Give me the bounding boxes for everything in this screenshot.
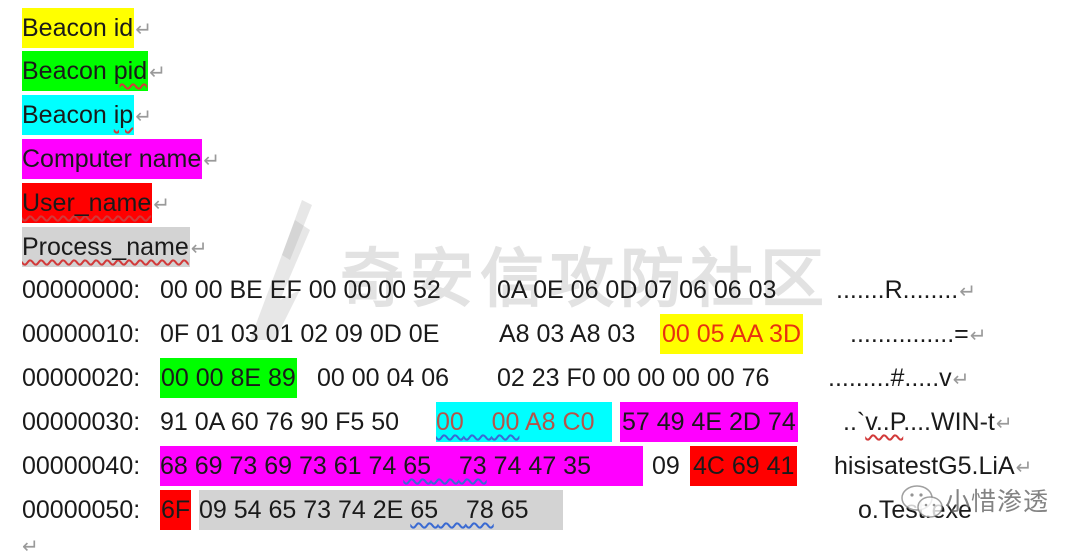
legend-label: Process_name [22,227,190,267]
user-name-bytes: 4C 69 41 [690,446,798,486]
legend-computer-name: Computer name ↵ [22,139,220,179]
hex-bytes: A8 03 A8 03 [499,320,636,348]
paragraph-mark-icon: ↵ [952,369,970,391]
legend-user-name: User_name ↵ [22,183,170,223]
legend-beacon-id: Beacon id ↵ [22,8,152,48]
computer-name-bytes: 68 69 73 69 73 61 74 65 73 74 47 35 [160,446,643,486]
legend-beacon-ip: Beacon ip ↵ [22,95,152,135]
hex-offset: 00000000: [22,276,141,304]
hex-bytes: 02 23 F0 00 00 00 00 76 [497,364,770,392]
user-name-bytes: 6F [160,490,192,530]
legend-label: Beacon pid [22,51,149,91]
hexdump-row: 00000030: 91 0A 60 76 90 F5 50 00 00 A8 … [0,402,1080,442]
hex-ascii: ...............=↵ [850,320,987,348]
legend-label: Beacon ip [22,95,135,135]
paragraph-mark-icon: ↵ [190,238,208,260]
paragraph-mark-icon: ↵ [153,194,170,216]
beacon-ip-bytes: 00 00 A8 C0 [436,402,612,442]
paragraph-mark-icon: ↵ [969,325,987,347]
hex-bytes: 91 0A 60 76 90 F5 50 [160,408,400,436]
paragraph-mark-icon: ↵ [149,62,166,84]
beacon-id-bytes: 00 05 AA 3D [660,314,804,354]
hex-offset: 00000050: [22,496,141,524]
hex-bytes: 0A 0E 06 0D 07 06 06 03 [497,276,777,304]
paragraph-mark-icon: ↵ [1015,457,1033,479]
beacon-pid-bytes: 00 00 8E 89 [160,358,297,398]
paragraph-mark-icon: ↵ [135,106,152,128]
hex-ascii: o.Test.exe [858,496,972,524]
legend-label: Computer name [22,139,203,179]
hex-bytes: 09 [652,452,680,480]
hex-ascii: ..`v..P....WIN-t↵ [843,408,1013,436]
hexdump-row: 00000000: 00 00 BE EF 00 00 00 52 0A 0E … [0,270,1080,310]
paragraph-mark-icon: ↵ [22,536,39,558]
hex-offset: 00000040: [22,452,141,480]
hexdump-row: 00000020: 00 00 8E 89 00 00 04 06 02 23 … [0,358,1080,398]
paragraph-mark-icon: ↵ [203,150,221,172]
hex-ascii: .......R........↵ [836,276,977,304]
paragraph-mark-icon: ↵ [959,281,977,303]
hex-offset: 00000010: [22,320,141,348]
legend-label: User_name [22,183,153,223]
hexdump-row: 00000040: 68 69 73 69 73 61 74 65 73 74 … [0,446,1080,486]
hex-bytes: 00 00 BE EF 00 00 00 52 [160,276,441,304]
hex-bytes: 00 00 04 06 [317,364,450,392]
computer-name-bytes: 57 49 4E 2D 74 [620,402,798,442]
hex-offset: 00000020: [22,364,141,392]
legend-label: Beacon id [22,8,135,48]
hex-ascii: .........#.....v↵ [828,364,970,392]
hexdump-row: 00000050: 6F 09 54 65 73 74 2E 65 78 65 … [0,490,1080,530]
legend-process-name: Process_name ↵ [22,227,208,267]
paragraph-mark-icon: ↵ [135,19,152,41]
hex-offset: 00000030: [22,408,141,436]
hex-bytes: 0F 01 03 01 02 09 0D 0E [160,320,440,348]
hexdump-row: 00000010: 0F 01 03 01 02 09 0D 0E A8 03 … [0,314,1080,354]
hex-ascii: hisisatestG5.LiA↵ [834,452,1033,480]
paragraph-mark-icon: ↵ [995,413,1013,435]
legend-beacon-pid: Beacon pid ↵ [22,51,166,91]
process-name-bytes: 09 54 65 73 74 2E 65 78 65 [199,490,563,530]
